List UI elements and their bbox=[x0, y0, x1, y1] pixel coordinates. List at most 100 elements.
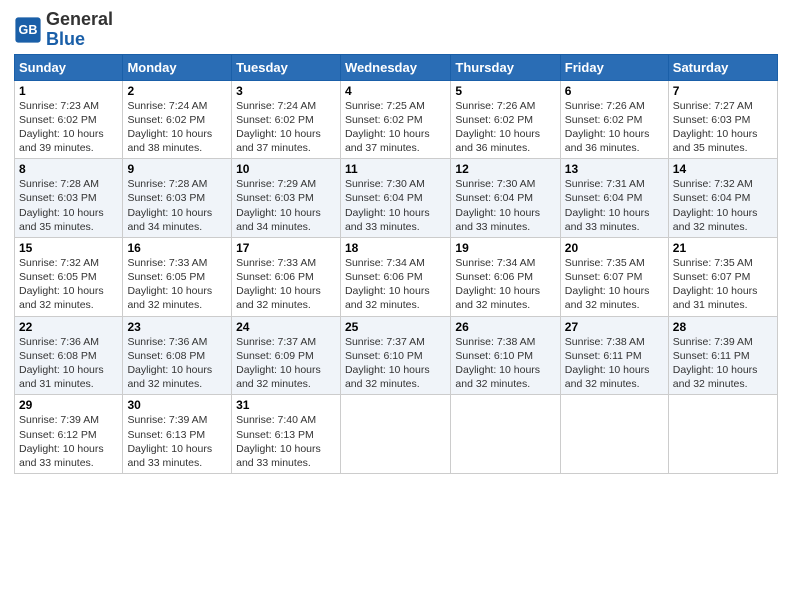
calendar-header-monday: Monday bbox=[123, 54, 232, 80]
day-info: Sunrise: 7:38 AMSunset: 6:11 PMDaylight:… bbox=[565, 335, 664, 392]
day-number: 19 bbox=[455, 241, 555, 255]
page-container: GB General Blue SundayMondayTuesdayWedne… bbox=[0, 0, 792, 480]
calendar-cell: 17 Sunrise: 7:33 AMSunset: 6:06 PMDaylig… bbox=[232, 237, 341, 316]
day-info: Sunrise: 7:38 AMSunset: 6:10 PMDaylight:… bbox=[455, 335, 555, 392]
day-number: 18 bbox=[345, 241, 446, 255]
logo-blue: Blue bbox=[46, 29, 85, 49]
day-info: Sunrise: 7:27 AMSunset: 6:03 PMDaylight:… bbox=[673, 99, 773, 156]
calendar-cell: 1 Sunrise: 7:23 AMSunset: 6:02 PMDayligh… bbox=[15, 80, 123, 159]
calendar-header-wednesday: Wednesday bbox=[340, 54, 450, 80]
day-number: 27 bbox=[565, 320, 664, 334]
day-info: Sunrise: 7:28 AMSunset: 6:03 PMDaylight:… bbox=[127, 177, 227, 234]
calendar-week-5: 29 Sunrise: 7:39 AMSunset: 6:12 PMDaylig… bbox=[15, 395, 778, 474]
day-number: 26 bbox=[455, 320, 555, 334]
day-info: Sunrise: 7:26 AMSunset: 6:02 PMDaylight:… bbox=[565, 99, 664, 156]
day-info: Sunrise: 7:33 AMSunset: 6:05 PMDaylight:… bbox=[127, 256, 227, 313]
day-info: Sunrise: 7:33 AMSunset: 6:06 PMDaylight:… bbox=[236, 256, 336, 313]
calendar-cell: 5 Sunrise: 7:26 AMSunset: 6:02 PMDayligh… bbox=[451, 80, 560, 159]
day-number: 1 bbox=[19, 84, 118, 98]
calendar-cell: 11 Sunrise: 7:30 AMSunset: 6:04 PMDaylig… bbox=[340, 159, 450, 238]
day-number: 30 bbox=[127, 398, 227, 412]
day-info: Sunrise: 7:25 AMSunset: 6:02 PMDaylight:… bbox=[345, 99, 446, 156]
calendar-week-2: 8 Sunrise: 7:28 AMSunset: 6:03 PMDayligh… bbox=[15, 159, 778, 238]
logo-general: General bbox=[46, 9, 113, 29]
day-number: 29 bbox=[19, 398, 118, 412]
day-number: 31 bbox=[236, 398, 336, 412]
day-info: Sunrise: 7:39 AMSunset: 6:12 PMDaylight:… bbox=[19, 413, 118, 470]
calendar-cell: 30 Sunrise: 7:39 AMSunset: 6:13 PMDaylig… bbox=[123, 395, 232, 474]
calendar-cell: 10 Sunrise: 7:29 AMSunset: 6:03 PMDaylig… bbox=[232, 159, 341, 238]
calendar-cell: 24 Sunrise: 7:37 AMSunset: 6:09 PMDaylig… bbox=[232, 316, 341, 395]
calendar-cell bbox=[560, 395, 668, 474]
calendar-header-friday: Friday bbox=[560, 54, 668, 80]
day-number: 22 bbox=[19, 320, 118, 334]
logo: GB General Blue bbox=[14, 10, 113, 50]
calendar-cell: 3 Sunrise: 7:24 AMSunset: 6:02 PMDayligh… bbox=[232, 80, 341, 159]
day-number: 13 bbox=[565, 162, 664, 176]
day-info: Sunrise: 7:37 AMSunset: 6:10 PMDaylight:… bbox=[345, 335, 446, 392]
day-number: 20 bbox=[565, 241, 664, 255]
day-info: Sunrise: 7:24 AMSunset: 6:02 PMDaylight:… bbox=[236, 99, 336, 156]
calendar-cell: 19 Sunrise: 7:34 AMSunset: 6:06 PMDaylig… bbox=[451, 237, 560, 316]
day-number: 28 bbox=[673, 320, 773, 334]
svg-text:GB: GB bbox=[19, 23, 38, 37]
header: GB General Blue bbox=[14, 10, 778, 50]
day-number: 21 bbox=[673, 241, 773, 255]
day-info: Sunrise: 7:39 AMSunset: 6:11 PMDaylight:… bbox=[673, 335, 773, 392]
calendar-header-tuesday: Tuesday bbox=[232, 54, 341, 80]
day-info: Sunrise: 7:32 AMSunset: 6:05 PMDaylight:… bbox=[19, 256, 118, 313]
calendar-cell: 21 Sunrise: 7:35 AMSunset: 6:07 PMDaylig… bbox=[668, 237, 777, 316]
calendar-header-saturday: Saturday bbox=[668, 54, 777, 80]
calendar-cell: 7 Sunrise: 7:27 AMSunset: 6:03 PMDayligh… bbox=[668, 80, 777, 159]
day-info: Sunrise: 7:26 AMSunset: 6:02 PMDaylight:… bbox=[455, 99, 555, 156]
day-number: 3 bbox=[236, 84, 336, 98]
calendar-cell: 25 Sunrise: 7:37 AMSunset: 6:10 PMDaylig… bbox=[340, 316, 450, 395]
day-number: 15 bbox=[19, 241, 118, 255]
day-info: Sunrise: 7:35 AMSunset: 6:07 PMDaylight:… bbox=[673, 256, 773, 313]
calendar-cell: 27 Sunrise: 7:38 AMSunset: 6:11 PMDaylig… bbox=[560, 316, 668, 395]
calendar-cell: 26 Sunrise: 7:38 AMSunset: 6:10 PMDaylig… bbox=[451, 316, 560, 395]
day-info: Sunrise: 7:23 AMSunset: 6:02 PMDaylight:… bbox=[19, 99, 118, 156]
day-info: Sunrise: 7:34 AMSunset: 6:06 PMDaylight:… bbox=[455, 256, 555, 313]
day-number: 10 bbox=[236, 162, 336, 176]
day-number: 14 bbox=[673, 162, 773, 176]
calendar-cell: 6 Sunrise: 7:26 AMSunset: 6:02 PMDayligh… bbox=[560, 80, 668, 159]
day-number: 7 bbox=[673, 84, 773, 98]
calendar-week-1: 1 Sunrise: 7:23 AMSunset: 6:02 PMDayligh… bbox=[15, 80, 778, 159]
logo-icon: GB bbox=[14, 16, 42, 44]
calendar-cell: 14 Sunrise: 7:32 AMSunset: 6:04 PMDaylig… bbox=[668, 159, 777, 238]
calendar-cell: 22 Sunrise: 7:36 AMSunset: 6:08 PMDaylig… bbox=[15, 316, 123, 395]
calendar-header-thursday: Thursday bbox=[451, 54, 560, 80]
day-number: 9 bbox=[127, 162, 227, 176]
calendar-cell bbox=[668, 395, 777, 474]
calendar-cell: 2 Sunrise: 7:24 AMSunset: 6:02 PMDayligh… bbox=[123, 80, 232, 159]
calendar-week-4: 22 Sunrise: 7:36 AMSunset: 6:08 PMDaylig… bbox=[15, 316, 778, 395]
calendar-cell: 23 Sunrise: 7:36 AMSunset: 6:08 PMDaylig… bbox=[123, 316, 232, 395]
day-info: Sunrise: 7:28 AMSunset: 6:03 PMDaylight:… bbox=[19, 177, 118, 234]
day-info: Sunrise: 7:36 AMSunset: 6:08 PMDaylight:… bbox=[127, 335, 227, 392]
calendar-cell: 13 Sunrise: 7:31 AMSunset: 6:04 PMDaylig… bbox=[560, 159, 668, 238]
day-number: 6 bbox=[565, 84, 664, 98]
day-info: Sunrise: 7:31 AMSunset: 6:04 PMDaylight:… bbox=[565, 177, 664, 234]
calendar-cell bbox=[340, 395, 450, 474]
calendar-cell: 4 Sunrise: 7:25 AMSunset: 6:02 PMDayligh… bbox=[340, 80, 450, 159]
day-info: Sunrise: 7:36 AMSunset: 6:08 PMDaylight:… bbox=[19, 335, 118, 392]
day-number: 25 bbox=[345, 320, 446, 334]
calendar-cell: 18 Sunrise: 7:34 AMSunset: 6:06 PMDaylig… bbox=[340, 237, 450, 316]
day-number: 5 bbox=[455, 84, 555, 98]
calendar-cell: 20 Sunrise: 7:35 AMSunset: 6:07 PMDaylig… bbox=[560, 237, 668, 316]
day-info: Sunrise: 7:30 AMSunset: 6:04 PMDaylight:… bbox=[455, 177, 555, 234]
calendar-cell: 31 Sunrise: 7:40 AMSunset: 6:13 PMDaylig… bbox=[232, 395, 341, 474]
day-number: 23 bbox=[127, 320, 227, 334]
day-number: 17 bbox=[236, 241, 336, 255]
calendar-week-3: 15 Sunrise: 7:32 AMSunset: 6:05 PMDaylig… bbox=[15, 237, 778, 316]
logo-text: General Blue bbox=[46, 10, 113, 50]
day-number: 2 bbox=[127, 84, 227, 98]
calendar-cell: 8 Sunrise: 7:28 AMSunset: 6:03 PMDayligh… bbox=[15, 159, 123, 238]
day-number: 12 bbox=[455, 162, 555, 176]
day-info: Sunrise: 7:32 AMSunset: 6:04 PMDaylight:… bbox=[673, 177, 773, 234]
day-info: Sunrise: 7:39 AMSunset: 6:13 PMDaylight:… bbox=[127, 413, 227, 470]
day-number: 24 bbox=[236, 320, 336, 334]
calendar-cell: 15 Sunrise: 7:32 AMSunset: 6:05 PMDaylig… bbox=[15, 237, 123, 316]
day-info: Sunrise: 7:37 AMSunset: 6:09 PMDaylight:… bbox=[236, 335, 336, 392]
